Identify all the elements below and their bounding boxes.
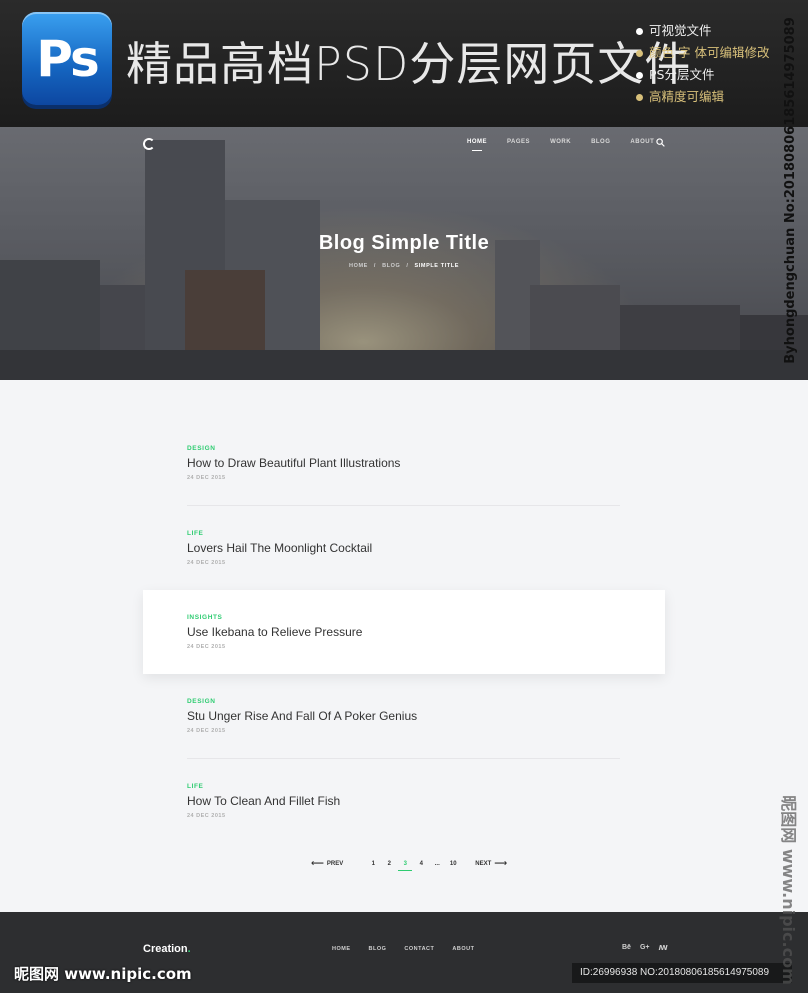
divider — [187, 758, 620, 759]
post-title[interactable]: Use Ikebana to Relieve Pressure — [187, 625, 620, 639]
page-link[interactable]: 1 — [365, 861, 381, 867]
arrow-left-icon[interactable]: ⟵ — [311, 858, 324, 869]
bullet-icon — [636, 71, 643, 79]
site-logo-icon[interactable] — [143, 138, 155, 150]
prev-button[interactable]: PREV — [327, 861, 343, 867]
footer-logo[interactable]: Creation. — [143, 943, 191, 955]
page-link-active[interactable]: 3 — [397, 861, 413, 871]
post-title[interactable]: Lovers Hail The Moonlight Cocktail — [187, 541, 620, 555]
page-link[interactable]: 10 — [445, 861, 461, 867]
page-link[interactable]: 2 — [381, 861, 397, 867]
watermark-id: ID:26996938 NO:20180806185614975089 — [572, 963, 792, 983]
breadcrumb-separator: / — [373, 263, 377, 269]
hero-section: HOME PAGES WORK BLOG ABOUT Blog Simple T… — [0, 127, 808, 380]
feature-item: 可视觉文件 — [636, 20, 769, 42]
post-category[interactable]: DESIGN — [187, 445, 620, 452]
footer-nav-home[interactable]: HOME — [332, 946, 351, 952]
post-title[interactable]: How to Draw Beautiful Plant Illustration… — [187, 456, 620, 470]
page-title: Blog Simple Title — [318, 232, 490, 254]
nav-item-blog[interactable]: BLOG — [591, 139, 610, 145]
nav-item-home[interactable]: HOME — [467, 139, 487, 151]
page-link[interactable]: 4 — [413, 861, 429, 867]
nav-item-pages[interactable]: PAGES — [507, 139, 530, 145]
post-category[interactable]: LIFE — [187, 530, 620, 537]
post-category[interactable]: LIFE — [187, 783, 620, 790]
list-item[interactable]: DESIGN How to Draw Beautiful Plant Illus… — [187, 445, 620, 481]
breadcrumb: HOME / BLOG / SIMPLE TITLE — [0, 263, 808, 269]
nav-item-work[interactable]: WORK — [550, 139, 571, 145]
post-category[interactable]: INSIGHTS — [187, 614, 620, 621]
post-date: 24 DEC 2015 — [187, 560, 226, 566]
vertical-credit: Byhongdengchuan No:20180806185614975089 — [782, 16, 798, 364]
divider — [187, 505, 620, 506]
post-title[interactable]: How To Clean And Fillet Fish — [187, 794, 620, 808]
breadcrumb-current: SIMPLE TITLE — [414, 263, 459, 269]
search-icon[interactable] — [656, 138, 665, 147]
watermark-nipic: 昵图网 www.nipic.com — [14, 965, 192, 983]
bullet-icon — [636, 49, 643, 57]
arrow-right-icon[interactable]: ⟶ — [494, 858, 507, 869]
post-date: 24 DEC 2015 — [187, 813, 226, 819]
bullet-icon — [636, 93, 643, 101]
social-links: Bē G+ ꟿ — [622, 944, 668, 952]
post-date: 24 DEC 2015 — [187, 644, 226, 650]
post-date: 24 DEC 2015 — [187, 475, 226, 481]
footer-nav: HOME BLOG CONTACT ABOUT — [332, 946, 492, 952]
list-item[interactable]: DESIGN Stu Unger Rise And Fall Of A Poke… — [187, 698, 620, 734]
promo-banner: Ps 精品高档PSD分层网页文件 可视觉文件 颜色 字 体可编辑修改 PS分层文… — [0, 0, 808, 127]
bullet-icon — [636, 27, 643, 35]
post-category[interactable]: DESIGN — [187, 698, 620, 705]
next-button[interactable]: NEXT — [475, 861, 491, 867]
breadcrumb-separator: / — [406, 263, 409, 269]
footer-nav-about[interactable]: ABOUT — [452, 946, 474, 952]
footer-nav-blog[interactable]: BLOG — [369, 946, 387, 952]
nav-item-about[interactable]: ABOUT — [630, 139, 654, 145]
feature-item: 高精度可编辑 — [636, 86, 769, 108]
breadcrumb-home[interactable]: HOME — [349, 263, 368, 269]
post-title[interactable]: Stu Unger Rise And Fall Of A Poker Geniu… — [187, 709, 620, 723]
google-plus-icon[interactable]: G+ — [640, 944, 650, 952]
feature-list: 可视觉文件 颜色 字 体可编辑修改 PS分层文件 高精度可编辑 — [636, 20, 769, 108]
list-item[interactable]: LIFE How To Clean And Fillet Fish 24 DEC… — [187, 783, 620, 819]
list-item[interactable]: LIFE Lovers Hail The Moonlight Cocktail … — [187, 530, 620, 566]
main-nav: HOME PAGES WORK BLOG ABOUT — [467, 139, 674, 151]
footer-nav-contact[interactable]: CONTACT — [404, 946, 434, 952]
photoshop-logo-icon: Ps — [22, 12, 112, 105]
list-item[interactable]: INSIGHTS Use Ikebana to Relieve Pressure… — [187, 614, 620, 650]
feature-item: PS分层文件 — [636, 64, 769, 86]
medium-icon[interactable]: ꟿ — [659, 944, 668, 952]
breadcrumb-blog[interactable]: BLOG — [382, 263, 400, 269]
banner-title: 精品高档PSD分层网页文件 — [126, 37, 692, 91]
behance-icon[interactable]: Bē — [622, 944, 631, 952]
watermark-vertical: 昵图网 www.nipic.com — [779, 795, 798, 985]
pagination: ⟵ PREV 1 2 3 4 ... 10 NEXT ⟶ — [308, 858, 510, 871]
feature-item: 颜色 字 体可编辑修改 — [636, 42, 769, 64]
page-ellipsis: ... — [434, 860, 440, 867]
post-date: 24 DEC 2015 — [187, 728, 226, 734]
